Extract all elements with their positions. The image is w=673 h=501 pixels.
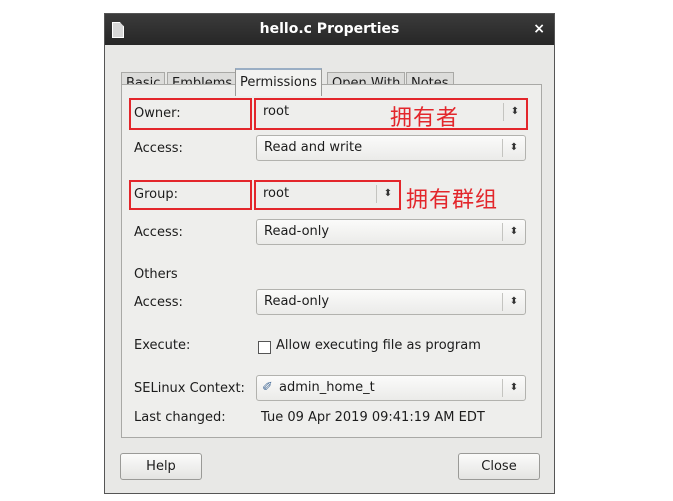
execute-label: Execute: (134, 338, 191, 353)
selinux-label: SELinux Context: (134, 381, 245, 396)
owner-access-chevron-icon: ⬍ (502, 139, 525, 157)
owner-access-combo[interactable]: Read and write ⬍ (256, 135, 526, 161)
group-label: Group: (134, 187, 178, 202)
selinux-combo[interactable]: ✐ admin_home_t ⬍ (256, 375, 526, 401)
owner-value: root (263, 104, 290, 119)
others-access-chevron-icon: ⬍ (502, 293, 525, 311)
group-annotation: 拥有群组 (406, 188, 499, 213)
group-combo[interactable]: root ⬍ (256, 182, 399, 208)
owner-annotation: 拥有者 (390, 106, 460, 131)
execute-checkbox[interactable] (258, 341, 271, 354)
close-button[interactable]: Close (458, 453, 540, 480)
title-bar[interactable]: hello.c Properties × (105, 14, 554, 45)
selinux-context-icon: ✐ (262, 380, 273, 395)
others-access-label: Access: (134, 295, 183, 310)
permissions-panel: Owner: root ⬍ 拥有者 Access: Read and write… (121, 84, 542, 438)
execute-checkbox-label[interactable]: Allow executing file as program (276, 338, 481, 353)
owner-label: Owner: (134, 106, 181, 121)
help-button[interactable]: Help (120, 453, 202, 480)
window-title: hello.c Properties (259, 21, 400, 37)
group-access-value: Read-only (264, 224, 330, 239)
others-access-value: Read-only (264, 294, 330, 309)
owner-access-value: Read and write (264, 140, 363, 155)
close-icon[interactable]: × (533, 21, 545, 37)
group-chevron-icon: ⬍ (376, 185, 399, 203)
group-access-combo[interactable]: Read-only ⬍ (256, 219, 526, 245)
owner-access-label: Access: (134, 141, 183, 156)
group-value: root (263, 186, 290, 201)
group-access-label: Access: (134, 225, 183, 240)
group-access-chevron-icon: ⬍ (502, 223, 525, 241)
selinux-value: admin_home_t (279, 380, 375, 395)
tab-permissions[interactable]: Permissions (235, 68, 322, 96)
last-changed-label: Last changed: (134, 410, 226, 425)
last-changed-value: Tue 09 Apr 2019 09:41:19 AM EDT (261, 410, 485, 425)
others-access-combo[interactable]: Read-only ⬍ (256, 289, 526, 315)
owner-chevron-icon: ⬍ (503, 103, 526, 121)
properties-dialog: hello.c Properties × Basic Emblems Permi… (104, 13, 555, 494)
others-heading: Others (134, 267, 178, 282)
selinux-chevron-icon: ⬍ (502, 379, 525, 397)
